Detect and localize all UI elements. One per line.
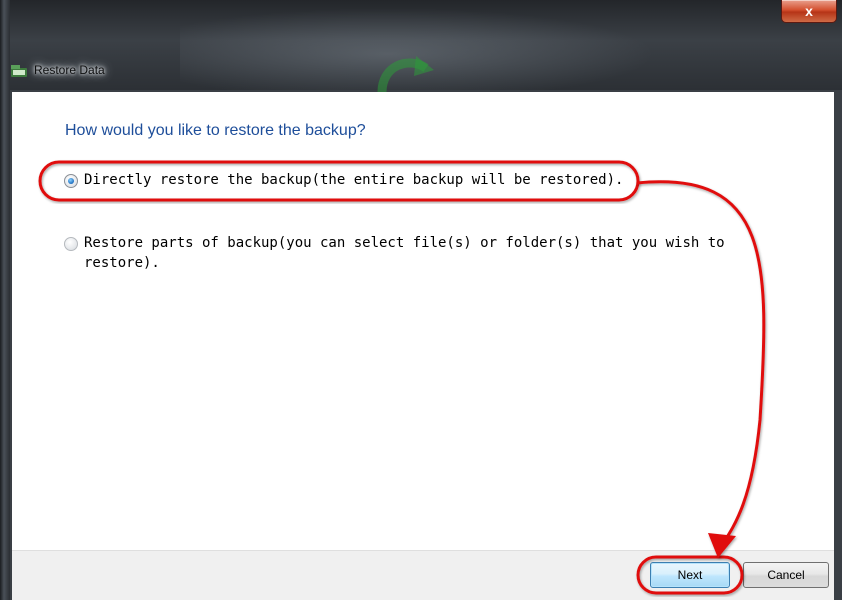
radio-unchecked-icon[interactable] xyxy=(64,237,78,251)
option-partial-restore[interactable]: Restore parts of backup(you can select f… xyxy=(64,233,744,273)
title-row: Restore Data xyxy=(10,56,105,84)
close-button[interactable]: x xyxy=(781,0,837,23)
cancel-button[interactable]: Cancel xyxy=(743,562,829,588)
app-icon xyxy=(11,65,27,77)
window-title: Restore Data xyxy=(34,63,105,77)
option-direct-restore[interactable]: Directly restore the backup(the entire b… xyxy=(64,170,623,190)
window-left-border xyxy=(0,0,10,600)
title-bar[interactable]: Restore Data x xyxy=(0,0,842,93)
restore-data-window: Restore Data x How would you like to res… xyxy=(0,0,842,600)
option-partial-restore-label: Restore parts of backup(you can select f… xyxy=(84,235,725,271)
close-icon: x xyxy=(805,3,813,19)
content-panel: How would you like to restore the backup… xyxy=(12,92,834,550)
next-button[interactable]: Next xyxy=(650,562,730,588)
page-heading: How would you like to restore the backup… xyxy=(65,122,366,139)
refresh-arrow-icon xyxy=(377,56,434,93)
radio-checked-icon[interactable] xyxy=(64,174,78,188)
option-direct-restore-label: Directly restore the backup(the entire b… xyxy=(84,172,624,188)
title-bar-glass xyxy=(180,0,700,90)
